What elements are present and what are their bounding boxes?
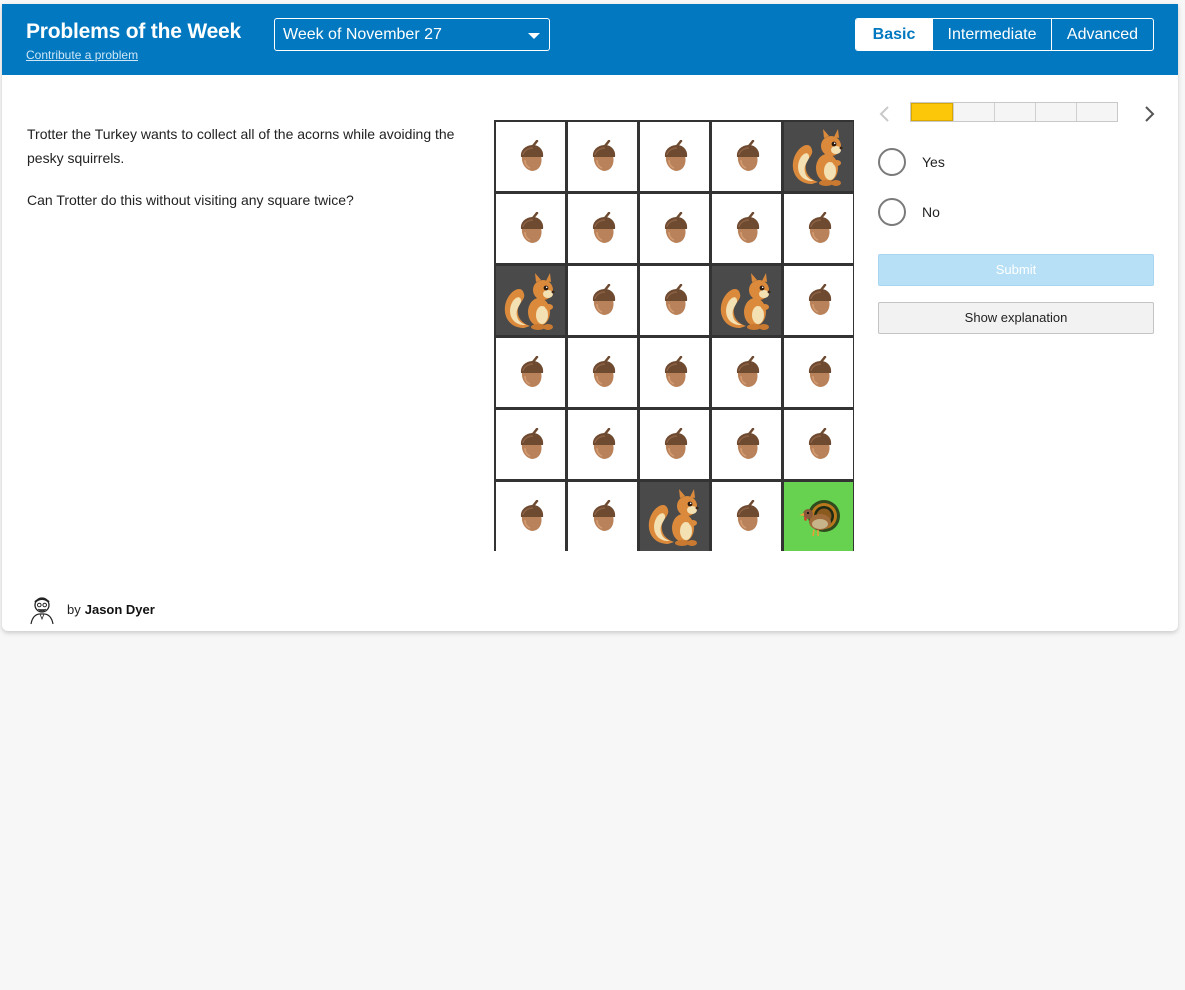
contribute-link[interactable]: Contribute a problem bbox=[26, 48, 138, 62]
acorn-icon bbox=[520, 499, 543, 531]
chevron-down-icon bbox=[528, 33, 540, 39]
squirrel-icon bbox=[792, 128, 842, 186]
acorn-icon bbox=[736, 211, 759, 243]
progress-segment bbox=[911, 103, 953, 121]
answer-option-yes[interactable]: Yes bbox=[878, 148, 945, 176]
radio-no[interactable] bbox=[878, 198, 906, 226]
acorn-icon bbox=[592, 427, 615, 459]
acorn-icon bbox=[664, 427, 687, 459]
grid-cell-acorn[interactable] bbox=[712, 410, 781, 479]
progress-bar bbox=[910, 102, 1118, 122]
acorn-icon bbox=[592, 283, 615, 315]
acorn-icon bbox=[664, 283, 687, 315]
radio-yes[interactable] bbox=[878, 148, 906, 176]
week-select-value: Week of November 27 bbox=[283, 26, 442, 43]
tab-intermediate[interactable]: Intermediate bbox=[932, 19, 1051, 50]
author-by-label: by bbox=[67, 601, 81, 617]
acorn-icon bbox=[592, 139, 615, 171]
author-credit: by Jason Dyer bbox=[26, 592, 155, 626]
squirrel-icon bbox=[720, 272, 770, 330]
header-bar: Problems of the Week Contribute a proble… bbox=[2, 4, 1178, 75]
acorn-icon bbox=[520, 427, 543, 459]
acorn-icon bbox=[736, 355, 759, 387]
acorn-icon bbox=[592, 211, 615, 243]
grid-cell-acorn[interactable] bbox=[640, 410, 709, 479]
acorn-icon bbox=[736, 139, 759, 171]
grid-cell-turkey[interactable] bbox=[784, 482, 853, 551]
acorn-icon bbox=[520, 139, 543, 171]
acorn-icon bbox=[736, 427, 759, 459]
acorn-icon bbox=[592, 355, 615, 387]
acorn-icon bbox=[520, 211, 543, 243]
previous-problem-button[interactable] bbox=[876, 104, 894, 124]
grid-cell-acorn[interactable] bbox=[784, 194, 853, 263]
grid-cell-acorn[interactable] bbox=[784, 338, 853, 407]
grid-cell-acorn[interactable] bbox=[496, 194, 565, 263]
squirrel-icon bbox=[504, 272, 554, 330]
progress-segment bbox=[1076, 103, 1117, 121]
problem-paragraph: Trotter the Turkey wants to collect all … bbox=[27, 126, 455, 166]
problem-question: Can Trotter do this without visiting any… bbox=[27, 192, 354, 208]
grid-cell-acorn[interactable] bbox=[712, 194, 781, 263]
grid-cell-acorn[interactable] bbox=[496, 122, 565, 191]
grid-cell-acorn[interactable] bbox=[568, 266, 637, 335]
show-explanation-button[interactable]: Show explanation bbox=[878, 302, 1154, 334]
level-tabs: Basic Intermediate Advanced bbox=[855, 18, 1154, 51]
grid-cell-acorn[interactable] bbox=[640, 194, 709, 263]
grid-cell-acorn[interactable] bbox=[712, 122, 781, 191]
acorn-icon bbox=[736, 499, 759, 531]
answer-option-no[interactable]: No bbox=[878, 198, 940, 226]
grid-cell-acorn[interactable] bbox=[712, 338, 781, 407]
chevron-left-icon bbox=[879, 106, 889, 122]
progress-segment bbox=[953, 103, 994, 121]
week-select[interactable]: Week of November 27 bbox=[274, 18, 550, 51]
grid-cell-acorn[interactable] bbox=[568, 482, 637, 551]
acorn-icon bbox=[520, 355, 543, 387]
grid-cell-acorn[interactable] bbox=[496, 482, 565, 551]
turkey-icon bbox=[798, 499, 840, 536]
progress-segment bbox=[994, 103, 1035, 121]
page-title: Problems of the Week bbox=[26, 20, 242, 43]
problem-statement: Trotter the Turkey wants to collect all … bbox=[27, 122, 482, 230]
author-name: Jason Dyer bbox=[84, 601, 155, 617]
acorn-icon bbox=[664, 211, 687, 243]
grid-cell-squirrel[interactable] bbox=[712, 266, 781, 335]
grid-cell-acorn[interactable] bbox=[784, 410, 853, 479]
grid-cell-squirrel[interactable] bbox=[640, 482, 709, 551]
author-avatar bbox=[30, 597, 54, 625]
acorn-icon bbox=[592, 499, 615, 531]
answer-label-yes: Yes bbox=[922, 154, 945, 170]
grid-cell-acorn[interactable] bbox=[568, 338, 637, 407]
grid-cell-squirrel[interactable] bbox=[496, 266, 565, 335]
grid-cell-acorn[interactable] bbox=[640, 338, 709, 407]
grid-cell-squirrel[interactable] bbox=[784, 122, 853, 191]
tab-advanced[interactable]: Advanced bbox=[1051, 19, 1153, 50]
answer-label-no: No bbox=[922, 204, 940, 220]
acorn-icon bbox=[808, 355, 831, 387]
squirrel-icon bbox=[648, 488, 698, 546]
grid-cell-acorn[interactable] bbox=[568, 194, 637, 263]
grid-cell-acorn[interactable] bbox=[568, 122, 637, 191]
grid-cell-acorn[interactable] bbox=[496, 410, 565, 479]
problem-card: Problems of the Week Contribute a proble… bbox=[2, 4, 1178, 631]
chevron-right-icon bbox=[1145, 106, 1155, 122]
grid-cell-acorn[interactable] bbox=[496, 338, 565, 407]
submit-button[interactable]: Submit bbox=[878, 254, 1154, 286]
grid-cell-acorn[interactable] bbox=[640, 122, 709, 191]
acorn-icon bbox=[808, 427, 831, 459]
tab-basic[interactable]: Basic bbox=[856, 19, 932, 50]
acorn-icon bbox=[808, 211, 831, 243]
progress-segment bbox=[1035, 103, 1076, 121]
acorn-icon bbox=[808, 283, 831, 315]
grid-cell-acorn[interactable] bbox=[640, 266, 709, 335]
grid-cell-acorn[interactable] bbox=[784, 266, 853, 335]
grid-cell-acorn[interactable] bbox=[712, 482, 781, 551]
acorn-icon bbox=[664, 355, 687, 387]
next-problem-button[interactable] bbox=[1140, 104, 1158, 124]
acorn-icon bbox=[664, 139, 687, 171]
puzzle-grid bbox=[494, 120, 854, 551]
grid-cell-acorn[interactable] bbox=[568, 410, 637, 479]
